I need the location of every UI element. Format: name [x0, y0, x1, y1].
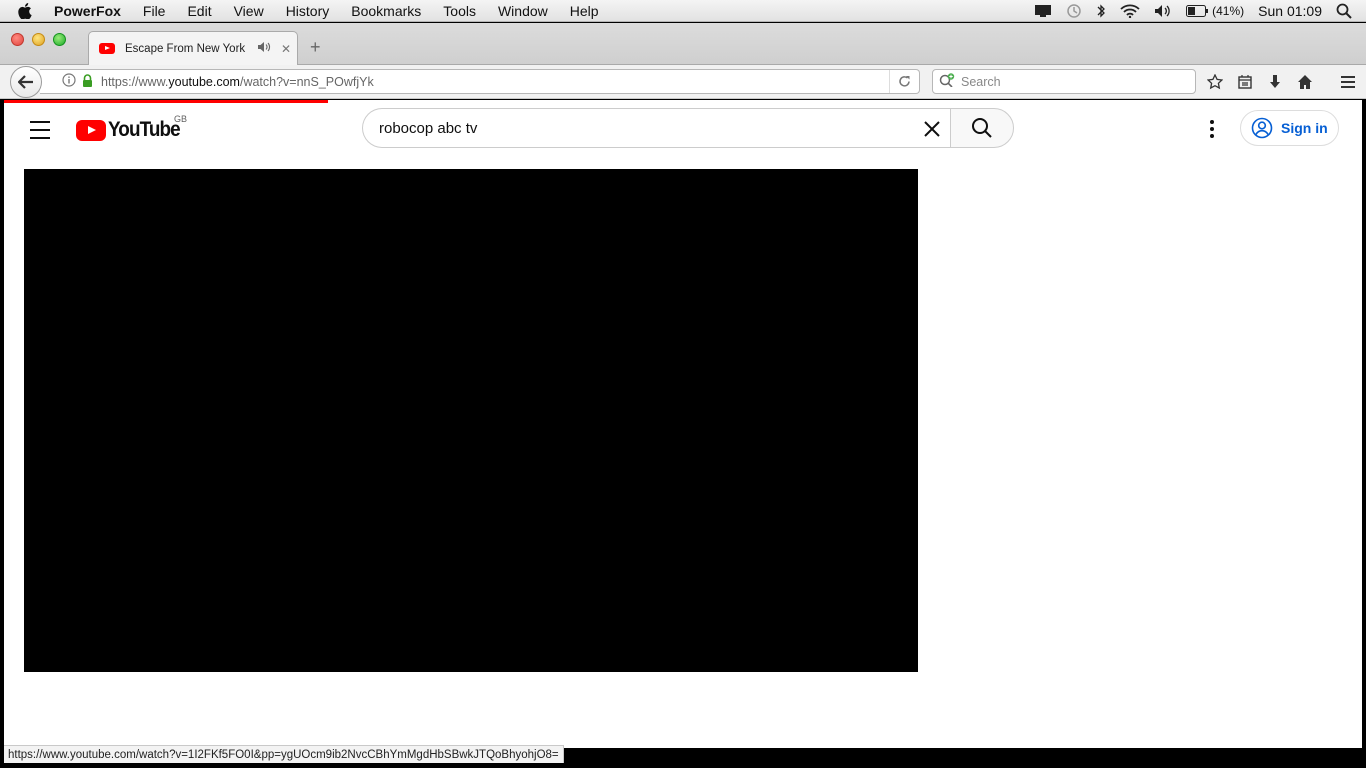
- battery-icon: [1186, 5, 1209, 17]
- web-page: YouTube GB robocop abc tv Sign in: [4, 100, 1354, 748]
- wifi-icon[interactable]: [1120, 4, 1140, 18]
- youtube-logo[interactable]: YouTube GB: [76, 114, 188, 142]
- battery-status[interactable]: (41%): [1186, 4, 1244, 18]
- menu-app-name[interactable]: PowerFox: [54, 3, 121, 19]
- home-icon[interactable]: [1290, 71, 1320, 93]
- youtube-logo-text: YouTube: [108, 118, 181, 141]
- reload-icon[interactable]: [889, 70, 919, 93]
- back-arrow-icon: [18, 75, 33, 89]
- clear-search-icon[interactable]: [920, 117, 944, 141]
- menu-window[interactable]: Window: [498, 3, 548, 19]
- site-info-icon[interactable]: [62, 73, 76, 90]
- video-player[interactable]: [24, 169, 918, 672]
- window-zoom-button[interactable]: [53, 33, 66, 46]
- tab-strip: Escape From New York ✕ +: [0, 23, 1366, 65]
- secure-lock-icon[interactable]: [82, 73, 93, 90]
- navigation-toolbar: https://www.youtube.com/watch?v=nnS_POwf…: [0, 65, 1366, 99]
- volume-icon[interactable]: [1154, 4, 1172, 18]
- apple-menu-icon[interactable]: [18, 2, 38, 19]
- youtube-search-button[interactable]: [950, 108, 1014, 148]
- new-tab-button[interactable]: +: [310, 37, 321, 58]
- youtube-header: YouTube GB robocop abc tv Sign in: [4, 100, 1354, 158]
- bookmark-star-icon[interactable]: [1200, 71, 1230, 93]
- bluetooth-icon[interactable]: [1096, 3, 1106, 19]
- url-host: youtube.com: [168, 74, 240, 89]
- guide-menu-icon[interactable]: [28, 118, 52, 142]
- browser-menu-icon[interactable]: [1336, 71, 1360, 93]
- spotlight-icon[interactable]: [1336, 3, 1352, 19]
- youtube-favicon-icon: [99, 43, 115, 54]
- menu-view[interactable]: View: [234, 3, 264, 19]
- clock[interactable]: Sun 01:09: [1258, 3, 1322, 19]
- sign-in-label: Sign in: [1281, 120, 1328, 136]
- country-code: GB: [174, 114, 188, 124]
- menu-tools[interactable]: Tools: [443, 3, 476, 19]
- youtube-play-logo-icon: [76, 119, 106, 141]
- search-engine-icon[interactable]: [939, 73, 957, 90]
- status-bar-link-preview: https://www.youtube.com/watch?v=1I2FKf5F…: [4, 745, 564, 763]
- menu-history[interactable]: History: [286, 3, 330, 19]
- menu-edit[interactable]: Edit: [187, 3, 211, 19]
- display-icon[interactable]: [1034, 4, 1052, 18]
- back-button[interactable]: [10, 66, 42, 98]
- tab-title: Escape From New York: [125, 42, 246, 55]
- url-text: https://www.youtube.com/watch?v=nnS_POwf…: [101, 75, 374, 89]
- time-machine-icon[interactable]: [1066, 3, 1082, 19]
- menu-file[interactable]: File: [143, 3, 166, 19]
- menu-bookmarks[interactable]: Bookmarks: [351, 3, 421, 19]
- account-icon: [1251, 117, 1273, 139]
- url-prefix: https://www.: [101, 74, 169, 89]
- settings-more-icon[interactable]: [1200, 117, 1224, 141]
- url-bar[interactable]: https://www.youtube.com/watch?v=nnS_POwf…: [40, 69, 920, 94]
- browser-search-box[interactable]: Search: [932, 69, 1196, 94]
- menu-bar: PowerFox File Edit View History Bookmark…: [0, 0, 1366, 22]
- page-right-gutter: [1354, 100, 1362, 748]
- menu-help[interactable]: Help: [570, 3, 599, 19]
- battery-percentage: (41%): [1212, 4, 1245, 18]
- downloads-icon[interactable]: [1260, 71, 1290, 93]
- search-icon: [972, 118, 992, 138]
- url-path: /watch?v=nnS_POwfjYk: [239, 74, 374, 89]
- youtube-search-input[interactable]: robocop abc tv: [362, 108, 950, 148]
- sign-in-button[interactable]: Sign in: [1240, 110, 1339, 146]
- window-close-button[interactable]: [11, 33, 24, 46]
- browser-search-placeholder: Search: [961, 74, 1001, 89]
- search-query: robocop abc tv: [379, 119, 478, 137]
- tab-audio-icon[interactable]: [257, 41, 271, 56]
- reading-list-icon[interactable]: [1230, 71, 1260, 93]
- tab-close-icon[interactable]: ✕: [281, 42, 291, 56]
- window-minimize-button[interactable]: [32, 33, 45, 46]
- tab-active[interactable]: Escape From New York ✕: [88, 31, 298, 65]
